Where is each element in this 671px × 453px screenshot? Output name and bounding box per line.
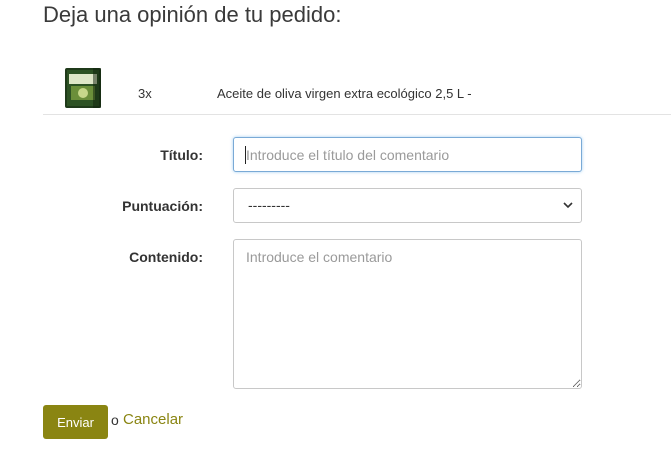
product-quantity: 3x: [138, 86, 152, 101]
rating-select[interactable]: ---------: [233, 188, 582, 223]
page-title: Deja una opinión de tu pedido:: [43, 2, 342, 27]
product-name: Aceite de oliva virgen extra ecológico 2…: [217, 86, 472, 101]
title-input[interactable]: [233, 137, 582, 172]
olive-oil-can-icon: [65, 68, 101, 108]
chevron-down-icon: [563, 202, 573, 209]
review-page: Deja una opinión de tu pedido: 3x Aceite…: [0, 0, 671, 453]
submit-button[interactable]: Enviar: [43, 405, 108, 439]
or-text: o: [111, 412, 119, 428]
text-caret: [245, 146, 246, 164]
rating-selected-value: ---------: [248, 197, 290, 213]
rating-label: Puntuación:: [122, 198, 203, 214]
cancel-link[interactable]: Cancelar: [123, 411, 183, 428]
content-label: Contenido:: [129, 249, 203, 265]
content-textarea[interactable]: [233, 239, 582, 389]
title-label: Título:: [160, 147, 203, 163]
product-row: 3x Aceite de oliva virgen extra ecológic…: [43, 60, 671, 115]
